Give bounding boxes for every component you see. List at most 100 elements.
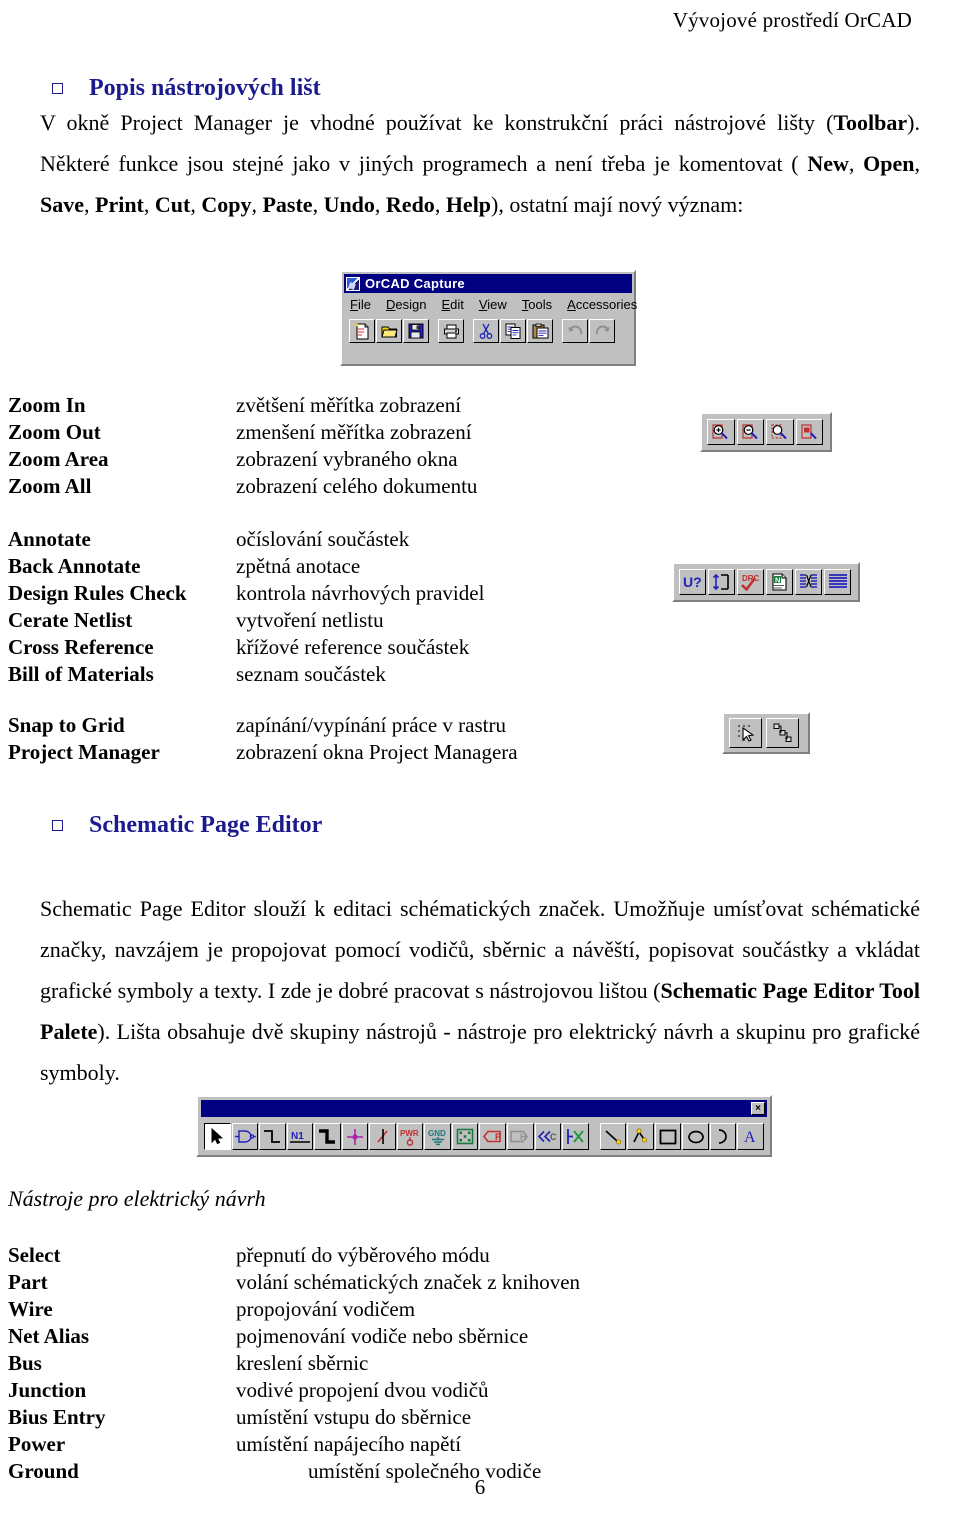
menu-item-tools[interactable]: Tools — [522, 297, 552, 312]
open-button[interactable] — [376, 319, 402, 343]
annotate-button[interactable]: U? — [679, 569, 706, 595]
junction-tool-button[interactable] — [341, 1123, 369, 1150]
copy-icon — [505, 323, 522, 339]
copy-button[interactable] — [500, 319, 526, 343]
term-power: Power — [8, 1432, 66, 1456]
power-tool-button[interactable]: PWR — [396, 1123, 424, 1150]
annotate-definition-list: Annotate očíslování součástek Back Annot… — [8, 526, 668, 688]
zoom-definition-list: Zoom In zvětšení měřítka zobrazení Zoom … — [8, 392, 668, 500]
deflist-row: Project Manager zobrazení okna Project M… — [8, 739, 688, 766]
deflist-row: Cerate Netlist vytvoření netlistu — [8, 607, 668, 634]
select-tool-button[interactable] — [204, 1123, 231, 1150]
term-zoom-area: Zoom Area — [8, 447, 109, 471]
desc-cross-reference: křížové reference součástek — [236, 635, 470, 659]
grid-toolbar — [722, 712, 810, 754]
svg-text:U?: U? — [683, 574, 702, 590]
bus-tool-button[interactable] — [314, 1123, 341, 1150]
term-cross-reference: Cross Reference — [8, 635, 154, 659]
menu-item-edit[interactable]: Edit — [441, 297, 463, 312]
off-page-connector-tool-icon: C — [537, 1129, 559, 1144]
ground-tool-button[interactable]: GND — [424, 1123, 451, 1150]
desc-bill-of-materials: seznam součástek — [236, 662, 386, 686]
close-icon[interactable]: × — [751, 1102, 765, 1115]
junction-tool-icon — [346, 1128, 364, 1146]
cut-button[interactable] — [473, 319, 499, 343]
intro-bold-undo: Undo — [323, 192, 375, 217]
zoom-out-button[interactable] — [736, 419, 764, 445]
rectangle-tool-button[interactable] — [654, 1123, 682, 1150]
section-heading-schematic-page-editor-label: Schematic Page Editor — [89, 812, 323, 838]
menu-item-design[interactable]: Design — [386, 297, 426, 312]
no-connect-tool-button[interactable] — [562, 1123, 589, 1150]
arc-tool-icon — [714, 1128, 732, 1145]
new-icon — [355, 323, 370, 340]
bus-entry-tool-button[interactable] — [369, 1123, 396, 1150]
capture-title-bar: OrCAD Capture — [344, 274, 632, 293]
square-bullet-icon — [52, 820, 63, 831]
zoom-all-button[interactable] — [795, 419, 823, 445]
polyline-tool-button[interactable] — [627, 1123, 654, 1150]
off-page-connector-tool-button[interactable]: C — [534, 1123, 562, 1150]
term-design-rules-check: Design Rules Check — [8, 581, 187, 605]
desc-wire: propojování vodičem — [236, 1297, 416, 1321]
svg-text:C: C — [550, 1132, 557, 1142]
hierarchical-block-tool-button[interactable] — [451, 1123, 479, 1150]
menu-item-accessories[interactable]: Accessories — [567, 297, 637, 312]
bus-tool-icon — [318, 1128, 336, 1145]
paste-button[interactable] — [527, 319, 553, 343]
cross-reference-button[interactable] — [795, 569, 822, 595]
orcad-capture-window: OrCAD Capture File Design Edit View Tool… — [340, 270, 637, 366]
desc-net-alias: pojmenování vodiče nebo sběrnice — [236, 1324, 529, 1348]
line-tool-button[interactable] — [599, 1123, 627, 1150]
menu-item-view[interactable]: View — [479, 297, 507, 312]
desc-annotate: očíslování součástek — [236, 527, 410, 551]
undo-button[interactable] — [562, 319, 588, 343]
intro-bold-redo: Redo — [385, 192, 435, 217]
paste-icon — [532, 323, 549, 339]
svg-text:P: P — [495, 1132, 501, 1142]
save-icon — [408, 323, 424, 339]
zoom-in-button[interactable] — [707, 419, 735, 445]
capture-window-title: OrCAD Capture — [365, 276, 465, 291]
menu-item-file[interactable]: File — [350, 297, 371, 312]
ellipse-tool-button[interactable] — [682, 1123, 709, 1150]
intro-text-1: V okně Project Manager je vhodné používa… — [40, 110, 834, 135]
design-rules-check-icon: DRC — [740, 573, 762, 591]
pin-tool-button[interactable]: H — [507, 1123, 534, 1150]
document-page: Vývojové prostředí OrCAD Popis nástrojov… — [0, 0, 960, 1524]
print-button[interactable] — [438, 319, 464, 343]
snap-to-grid-button[interactable] — [729, 718, 762, 748]
deflist-row: Zoom Out zmenšení měřítka zobrazení — [8, 419, 668, 446]
part-tool-button[interactable] — [231, 1123, 259, 1150]
new-button[interactable] — [349, 319, 375, 343]
text-tool-button[interactable]: A — [737, 1123, 764, 1150]
snap-to-grid-icon — [736, 723, 756, 743]
desc-zoom-in: zvětšení měřítka zobrazení — [236, 393, 462, 417]
net-alias-tool-button[interactable]: N1 — [286, 1123, 314, 1150]
save-button[interactable] — [403, 319, 429, 343]
zoom-area-button[interactable] — [766, 419, 794, 445]
desc-bus: kreslení sběrnic — [236, 1351, 369, 1375]
line-tool-icon — [604, 1129, 622, 1145]
zoom-in-icon — [711, 423, 730, 441]
wire-tool-button[interactable] — [259, 1123, 286, 1150]
port-tool-button[interactable]: P — [479, 1123, 507, 1150]
arc-tool-button[interactable] — [709, 1123, 737, 1150]
back-annotate-icon — [712, 573, 732, 591]
bus-entry-tool-icon — [374, 1128, 392, 1145]
section-heading-toolbars-label: Popis nástrojových lišt — [89, 75, 321, 101]
design-rules-check-button[interactable]: DRC — [737, 569, 764, 595]
redo-button[interactable] — [589, 319, 615, 343]
bill-of-materials-button[interactable] — [824, 569, 851, 595]
schematic-page-editor-tool-palette: × N1 PWR GND P H C A — [196, 1095, 772, 1157]
electrical-tools-definition-list: Select přepnutí do výběrového módu Part … — [8, 1242, 708, 1485]
undo-icon — [567, 324, 584, 338]
intro-bold-cut: Cut — [154, 192, 191, 217]
back-annotate-button[interactable] — [708, 569, 735, 595]
create-netlist-button[interactable]: N — [766, 569, 793, 595]
deflist-row: Bus kreslení sběrnic — [8, 1350, 708, 1377]
text-tool-icon: A — [742, 1128, 760, 1145]
intro-bold-print: Print — [95, 192, 144, 217]
project-manager-button[interactable] — [766, 718, 799, 748]
deflist-row: Part volání schématických značek z kniho… — [8, 1269, 708, 1296]
